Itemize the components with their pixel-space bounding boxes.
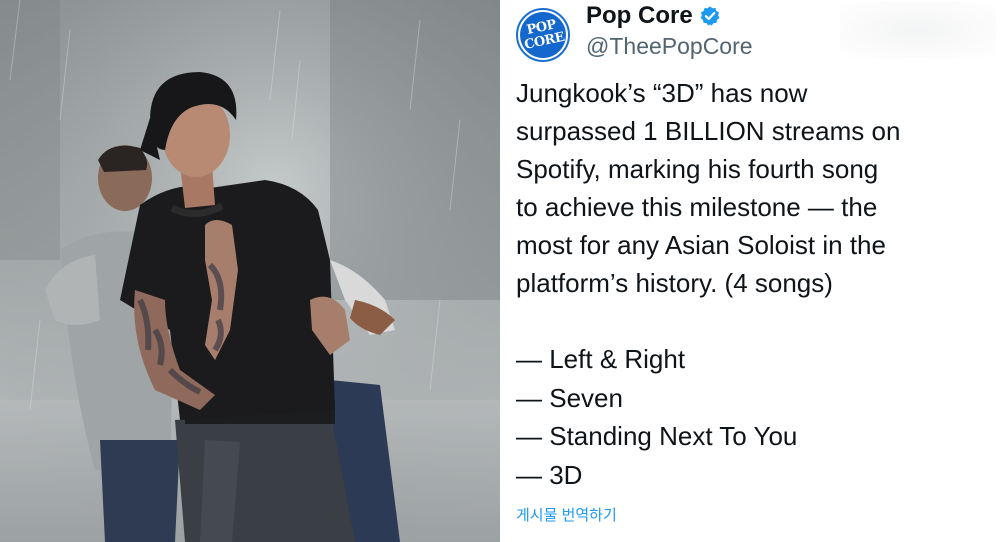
- song-list: — Left & Right — Seven — Standing Next T…: [516, 340, 797, 494]
- tweet-text-line: to achieve this milestone — the: [516, 192, 878, 222]
- blurred-area: [840, 2, 996, 58]
- tweet-text: Jungkook’s “3D” has now surpassed 1 BILL…: [516, 74, 996, 302]
- display-name-text: Pop Core: [586, 2, 693, 29]
- song-list-item: — 3D: [516, 459, 583, 490]
- display-name[interactable]: Pop Core: [586, 2, 721, 30]
- performer-illustration: [0, 0, 500, 542]
- translate-post-link[interactable]: 게시물 번역하기: [516, 504, 617, 525]
- tweet-card: POP CORE Pop Core @ThеePopCore Jungkook’…: [500, 0, 1000, 542]
- user-handle[interactable]: @ThеePopCore: [586, 33, 753, 60]
- profile-avatar[interactable]: POP CORE: [515, 7, 571, 63]
- tweet-text-line: platform’s history. (4 songs): [516, 268, 833, 298]
- pop-core-logo: POP CORE: [515, 7, 571, 63]
- song-list-item: — Standing Next To You: [516, 421, 798, 451]
- song-list-item: — Left & Right: [516, 344, 686, 374]
- song-list-item: — Seven: [516, 382, 623, 413]
- tweet-text-line: most for any Asian Soloist in the: [516, 230, 886, 260]
- tweet-text-line: surpassed 1 BILLION streams on: [516, 116, 901, 146]
- verified-badge-icon: [700, 6, 720, 26]
- tweet-text-line: Spotify, marking his fourth song: [516, 154, 879, 184]
- performer-photo: [0, 0, 500, 542]
- tweet-text-line: Jungkook’s “3D” has now: [516, 78, 808, 108]
